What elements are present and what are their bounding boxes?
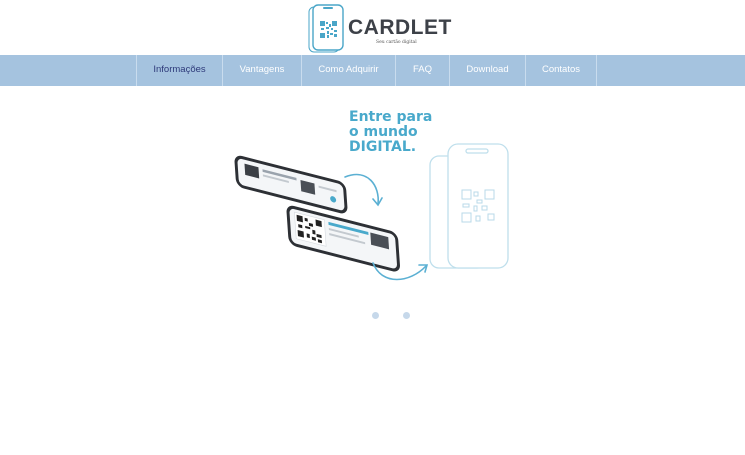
curved-arrow-icon <box>344 173 383 207</box>
phone-lower-graphic <box>286 205 400 272</box>
site-header: CARDLET Seu cartão digital <box>0 0 745 55</box>
nav-item-como-adquirir[interactable]: Como Adquirir <box>301 55 395 86</box>
hero-illustration <box>234 143 509 281</box>
nav-item-download[interactable]: Download <box>449 55 525 86</box>
slogan-line: o mundo <box>349 124 418 140</box>
brand-name: CARDLET <box>348 16 452 39</box>
carousel-dot[interactable] <box>372 312 379 319</box>
phone-qr-icon <box>308 4 344 53</box>
nav-item-faq[interactable]: FAQ <box>395 55 449 86</box>
slogan-line: Entre para <box>349 109 433 125</box>
brand-logo[interactable]: CARDLET Seu cartão digital <box>307 4 451 53</box>
outline-phone-graphic <box>429 143 509 269</box>
nav-item-contatos[interactable]: Contatos <box>525 55 597 86</box>
nav-item-informacoes[interactable]: Informações <box>136 55 222 86</box>
nav-item-vantagens[interactable]: Vantagens <box>222 55 301 86</box>
brand-tagline: Seu cartão digital <box>376 40 417 45</box>
carousel-dot[interactable] <box>403 312 410 319</box>
main-nav: Informações Vantagens Como Adquirir FAQ … <box>0 55 745 86</box>
